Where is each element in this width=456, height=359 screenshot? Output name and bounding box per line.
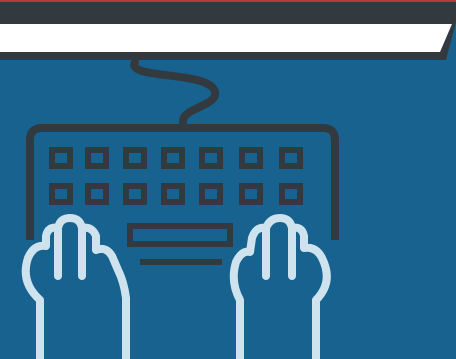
key xyxy=(279,147,303,169)
key xyxy=(49,183,73,205)
right-hand xyxy=(229,214,331,359)
key xyxy=(239,147,263,169)
key xyxy=(49,147,73,169)
key xyxy=(161,147,185,169)
space-bar-key xyxy=(127,223,233,247)
key xyxy=(161,183,185,205)
key-row-1 xyxy=(49,147,303,169)
key xyxy=(239,183,263,205)
key xyxy=(199,147,223,169)
top-bar-accent-line xyxy=(0,0,456,2)
hand-icon xyxy=(21,214,130,359)
cable-icon xyxy=(130,58,219,132)
key xyxy=(123,183,147,205)
key xyxy=(123,147,147,169)
top-bar xyxy=(0,0,456,22)
panel-white xyxy=(0,24,452,52)
left-hand xyxy=(21,214,130,359)
key xyxy=(85,147,109,169)
white-panel-edge xyxy=(0,22,456,60)
key xyxy=(279,183,303,205)
key xyxy=(199,183,223,205)
key xyxy=(85,183,109,205)
key-row-2 xyxy=(49,183,303,205)
hand-icon xyxy=(229,214,331,359)
top-bar-fill xyxy=(0,0,456,22)
typing-illustration xyxy=(0,0,456,359)
